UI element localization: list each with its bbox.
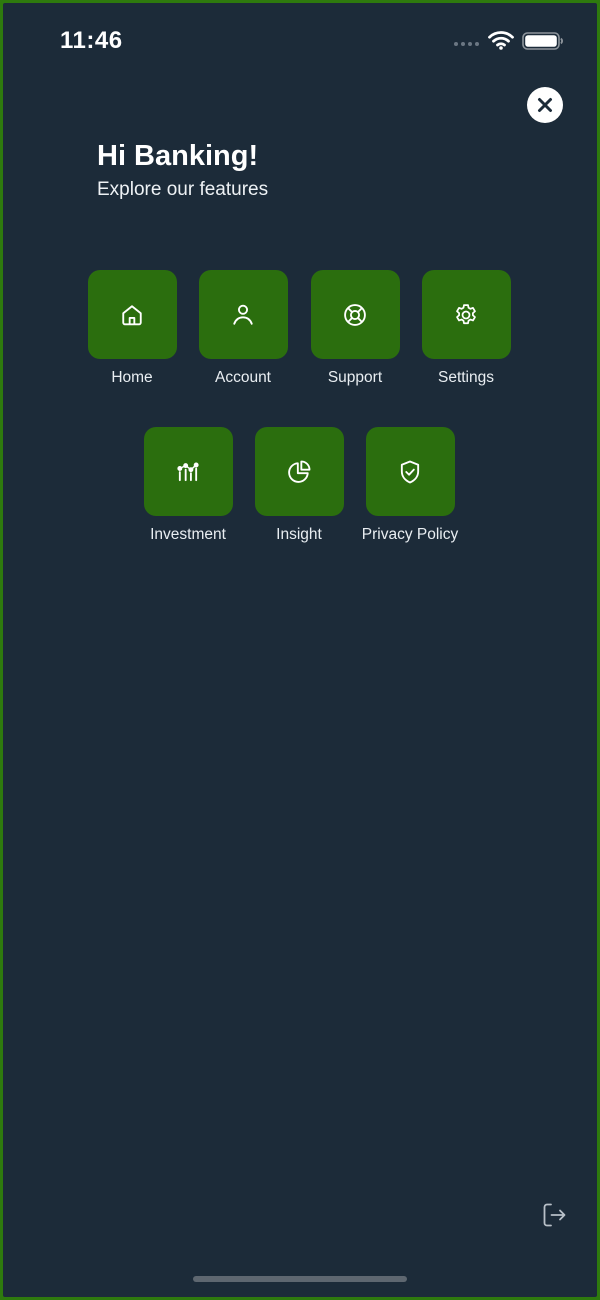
lifebuoy-icon: [344, 303, 366, 326]
feature-label: Investment: [150, 526, 226, 543]
menu-screen: 11:46 Hi Banking! Explore our features H…: [3, 3, 597, 1297]
feature-tile[interactable]: [198, 270, 288, 359]
feature-tile[interactable]: [143, 427, 233, 516]
close-icon: [538, 98, 552, 112]
close-button[interactable]: [527, 87, 563, 123]
feature-label: Home: [111, 369, 153, 386]
feature-label: Support: [327, 369, 383, 386]
cellular-signal-icon: [454, 42, 479, 46]
feature-label: Account: [214, 369, 271, 386]
status-time: 11:46: [60, 27, 123, 54]
gear-icon: [456, 303, 476, 324]
pie-chart-icon: [288, 460, 311, 483]
logout-icon[interactable]: [539, 1200, 569, 1230]
feature-tile[interactable]: [421, 270, 511, 359]
feature-home[interactable]: Home: [77, 270, 187, 387]
feature-label: Privacy Policy: [361, 526, 459, 543]
user-icon: [233, 304, 253, 325]
greeting-title: Hi Banking!: [97, 140, 259, 172]
feature-privacy-policy[interactable]: Privacy Policy: [355, 427, 465, 544]
home-icon: [122, 304, 142, 325]
greeting-subtitle: Explore our features: [97, 179, 269, 200]
status-bar: 11:46: [3, 3, 597, 79]
feature-insight[interactable]: Insight: [244, 427, 354, 544]
feature-tile[interactable]: [87, 270, 177, 359]
feature-tile[interactable]: [254, 427, 344, 516]
feature-label: Insight: [276, 526, 322, 543]
feature-settings[interactable]: Settings: [411, 270, 521, 387]
chart-icon: [177, 462, 199, 481]
feature-account[interactable]: Account: [188, 270, 298, 387]
wifi-icon: [488, 31, 514, 50]
battery-icon: [522, 32, 563, 50]
feature-tile[interactable]: [310, 270, 400, 359]
shield-check-icon: [400, 460, 420, 483]
feature-tile[interactable]: [365, 427, 455, 516]
feature-label: Settings: [437, 369, 494, 386]
feature-support[interactable]: Support: [300, 270, 410, 387]
feature-investment[interactable]: Investment: [133, 427, 243, 544]
home-indicator[interactable]: [193, 1276, 407, 1282]
